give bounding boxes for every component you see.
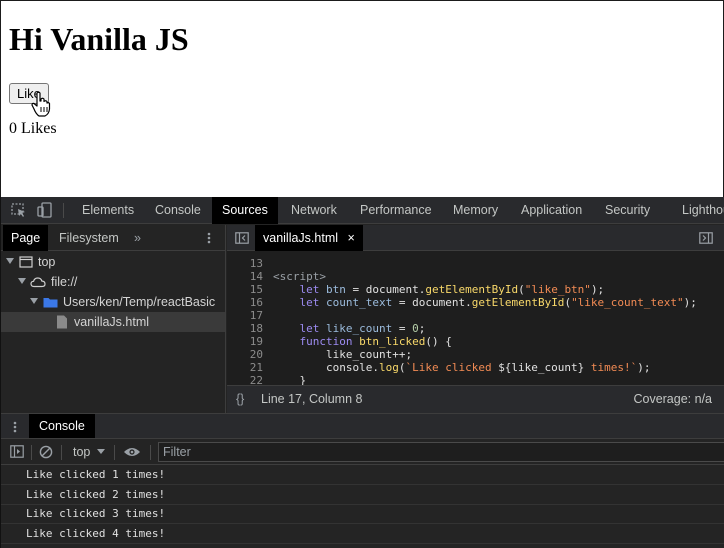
console-log-row: Like clicked 2 times!	[1, 485, 724, 505]
context-label: top	[73, 445, 91, 459]
sources-navigator: Page Filesystem » top file:// Users/ken/…	[1, 225, 226, 413]
toolbar-divider	[150, 445, 151, 460]
drawer-tab-console[interactable]: Console	[29, 414, 95, 438]
tab-application[interactable]: Application	[511, 197, 592, 224]
close-tab-icon[interactable]: ×	[348, 231, 355, 245]
chevron-down-icon	[97, 449, 105, 454]
code-line: 20 console.log(`Like clicked ${like_coun…	[227, 335, 651, 374]
toggle-navigator-icon[interactable]	[235, 232, 249, 244]
toolbar-divider	[114, 445, 115, 460]
folder-icon	[43, 298, 58, 308]
tab-lighthouse[interactable]: Lighthouse	[672, 197, 724, 224]
tree-item-top[interactable]: top	[1, 252, 225, 272]
code-text: let btn = document.getElementById("like_…	[299, 283, 605, 296]
cursor-position: Line 17, Column 8	[261, 392, 363, 406]
code-line: 21 }	[227, 348, 306, 385]
pretty-print-icon[interactable]: {}	[236, 386, 244, 412]
code-view[interactable]: 13 <script> 14 let btn = document.getEle…	[227, 251, 724, 385]
code-text: <script>	[273, 270, 326, 283]
toolbar-divider	[63, 203, 64, 218]
coverage-status: Coverage: n/a	[633, 392, 712, 406]
drawer-menu-icon[interactable]	[12, 420, 18, 434]
navigator-tab-page[interactable]: Page	[3, 225, 49, 251]
code-line: 16	[227, 283, 280, 309]
tab-performance[interactable]: Performance	[350, 197, 442, 224]
expand-arrow-icon[interactable]	[6, 258, 14, 264]
more-tabs-icon[interactable]: »	[126, 225, 149, 251]
clear-console-icon[interactable]	[39, 445, 53, 459]
tab-security[interactable]: Security	[595, 197, 660, 224]
code-text: console.log(`Like clicked ${like_count} …	[273, 361, 651, 374]
source-editor: vanillaJs.html × 13 <script> 14 let btn …	[227, 225, 724, 413]
code-text: let like_count = 0;	[299, 322, 426, 335]
console-log-row: Like clicked 3 times!	[1, 504, 724, 524]
hand-cursor-icon	[31, 91, 51, 117]
expand-arrow-icon[interactable]	[30, 298, 38, 304]
tree-item-label: top	[38, 255, 56, 269]
frame-icon	[19, 256, 33, 268]
code-line: 19 like_count++;	[227, 322, 412, 361]
tab-network[interactable]: Network	[281, 197, 347, 224]
toolbar-divider	[31, 445, 32, 460]
like-count-text: 0 Likes	[9, 120, 57, 137]
toggle-debugger-icon[interactable]	[699, 232, 713, 244]
console-filter-input[interactable]	[158, 442, 724, 462]
code-line: 23 btn.addEventListener("click", btn_lic…	[227, 374, 280, 385]
console-log-row: Like clicked 4 times!	[1, 524, 724, 544]
navigator-tabs: Page Filesystem »	[1, 225, 226, 251]
device-toolbar-icon[interactable]	[36, 202, 54, 218]
live-expression-eye-icon[interactable]	[123, 446, 141, 458]
show-sidebar-icon[interactable]	[10, 445, 24, 458]
tab-console[interactable]: Console	[145, 197, 211, 224]
code-line: 18 function btn_licked() {	[227, 309, 452, 348]
navigator-tab-filesystem[interactable]: Filesystem	[51, 225, 127, 251]
editor-status-bar: {} Line 17, Column 8 Coverage: n/a	[227, 385, 724, 413]
code-line: 15 let count_text = document.getElementB…	[227, 270, 697, 309]
page-viewport: Hi Vanilla JS Like 0 Likes	[0, 0, 724, 197]
code-text: let count_text = document.getElementById…	[299, 296, 697, 309]
code-text: function btn_licked() {	[299, 335, 452, 348]
tab-sources[interactable]: Sources	[212, 197, 278, 224]
devtools-panel: Elements Console Sources Network Perform…	[0, 197, 724, 548]
tree-item-vanillajs-html[interactable]: vanillaJs.html	[1, 312, 225, 332]
tree-item-folder[interactable]: Users/ken/Temp/reactBasic	[1, 292, 225, 312]
console-log-row: Like clicked 1 times!	[1, 465, 724, 485]
drawer-tabs: Console	[1, 413, 724, 439]
expand-arrow-icon[interactable]	[18, 278, 26, 284]
code-line: 14 let btn = document.getElementById("li…	[227, 257, 604, 296]
context-selector[interactable]: top	[73, 439, 105, 465]
tree-item-label: file://	[51, 275, 78, 289]
code-line: 17 let like_count = 0;	[227, 296, 426, 335]
toolbar-divider	[61, 445, 62, 460]
cloud-icon	[30, 277, 46, 288]
devtools-main-tabs: Elements Console Sources Network Perform…	[1, 197, 724, 224]
inspect-element-icon[interactable]	[10, 202, 28, 218]
page-heading: Hi Vanilla JS	[9, 21, 189, 57]
code-text: like_count++;	[273, 348, 413, 361]
tab-vanillajs-html[interactable]: vanillaJs.html ×	[255, 225, 363, 251]
kebab-menu-icon[interactable]	[203, 231, 215, 245]
tree-item-label: Users/ken/Temp/reactBasic	[63, 295, 216, 309]
tree-item-file-origin[interactable]: file://	[1, 272, 225, 292]
tab-memory[interactable]: Memory	[443, 197, 508, 224]
file-tab-label: vanillaJs.html	[263, 231, 339, 245]
file-icon	[57, 315, 67, 329]
console-toolbar: top	[1, 439, 724, 465]
tab-elements[interactable]: Elements	[72, 197, 144, 224]
tree-item-label: vanillaJs.html	[74, 315, 150, 329]
editor-tabs: vanillaJs.html ×	[227, 225, 724, 251]
code-line: 22	[227, 361, 280, 385]
